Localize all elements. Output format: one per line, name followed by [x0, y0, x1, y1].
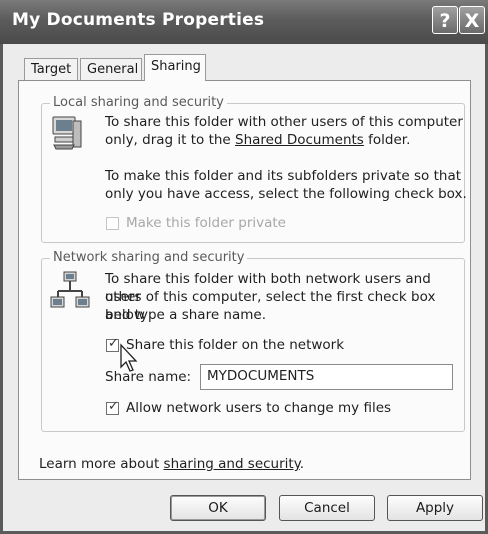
local-text-line3: To make this folder and its subfolders p…	[105, 168, 462, 184]
learn-more-text: Learn more about sharing and security.	[39, 455, 304, 473]
sharing-panel: Local sharing and security To share this…	[18, 80, 471, 480]
network-icon	[50, 271, 90, 308]
local-text-line2-pre: only, drag it to the	[105, 132, 236, 148]
shared-documents-link[interactable]: Shared Documents	[235, 132, 364, 148]
share-folder-checkbox[interactable]: ✓	[106, 336, 119, 352]
network-sharing-legend: Network sharing and security	[50, 250, 248, 265]
allow-change-label: Allow network users to change my files	[126, 400, 392, 416]
apply-button[interactable]: Apply	[387, 495, 483, 521]
network-text-line3: and type a share name.	[105, 307, 266, 323]
local-text-line2-post: folder.	[363, 132, 411, 148]
share-folder-label: Share this folder on the network	[126, 337, 345, 353]
local-sharing-legend: Local sharing and security	[50, 95, 227, 110]
local-text-line2: only, drag it to the Shared Documents fo…	[105, 131, 410, 149]
tab-general[interactable]: General	[80, 58, 142, 80]
mouse-pointer-icon	[120, 343, 138, 372]
allow-change-checkbox[interactable]: ✓	[106, 399, 119, 415]
tab-sharing[interactable]: Sharing	[144, 54, 206, 81]
title-bar: My Documents Properties ? X	[0, 0, 488, 45]
learn-more-pre: Learn more about	[39, 456, 164, 472]
local-text-line4: only you have access, select the followi…	[105, 186, 467, 202]
make-private-label: Make this folder private	[126, 215, 286, 231]
sharing-security-link[interactable]: sharing and security	[164, 456, 300, 472]
ok-button[interactable]: OK	[170, 495, 266, 521]
learn-more-post: .	[299, 456, 305, 472]
close-button[interactable]: X	[459, 6, 485, 34]
local-text-line1: To share this folder with other users of…	[105, 114, 463, 130]
cancel-button[interactable]: Cancel	[279, 495, 375, 521]
check-icon: ✓	[108, 336, 119, 351]
help-button[interactable]: ?	[432, 6, 458, 34]
check-icon: ✓	[108, 399, 119, 414]
make-private-checkbox[interactable]	[106, 217, 119, 230]
computer-icon	[52, 116, 82, 150]
window-title: My Documents Properties	[12, 10, 265, 30]
tab-target[interactable]: Target	[24, 58, 78, 80]
share-name-label: Share name:	[105, 369, 192, 385]
share-name-input[interactable]: MYDOCUMENTS	[200, 364, 453, 390]
